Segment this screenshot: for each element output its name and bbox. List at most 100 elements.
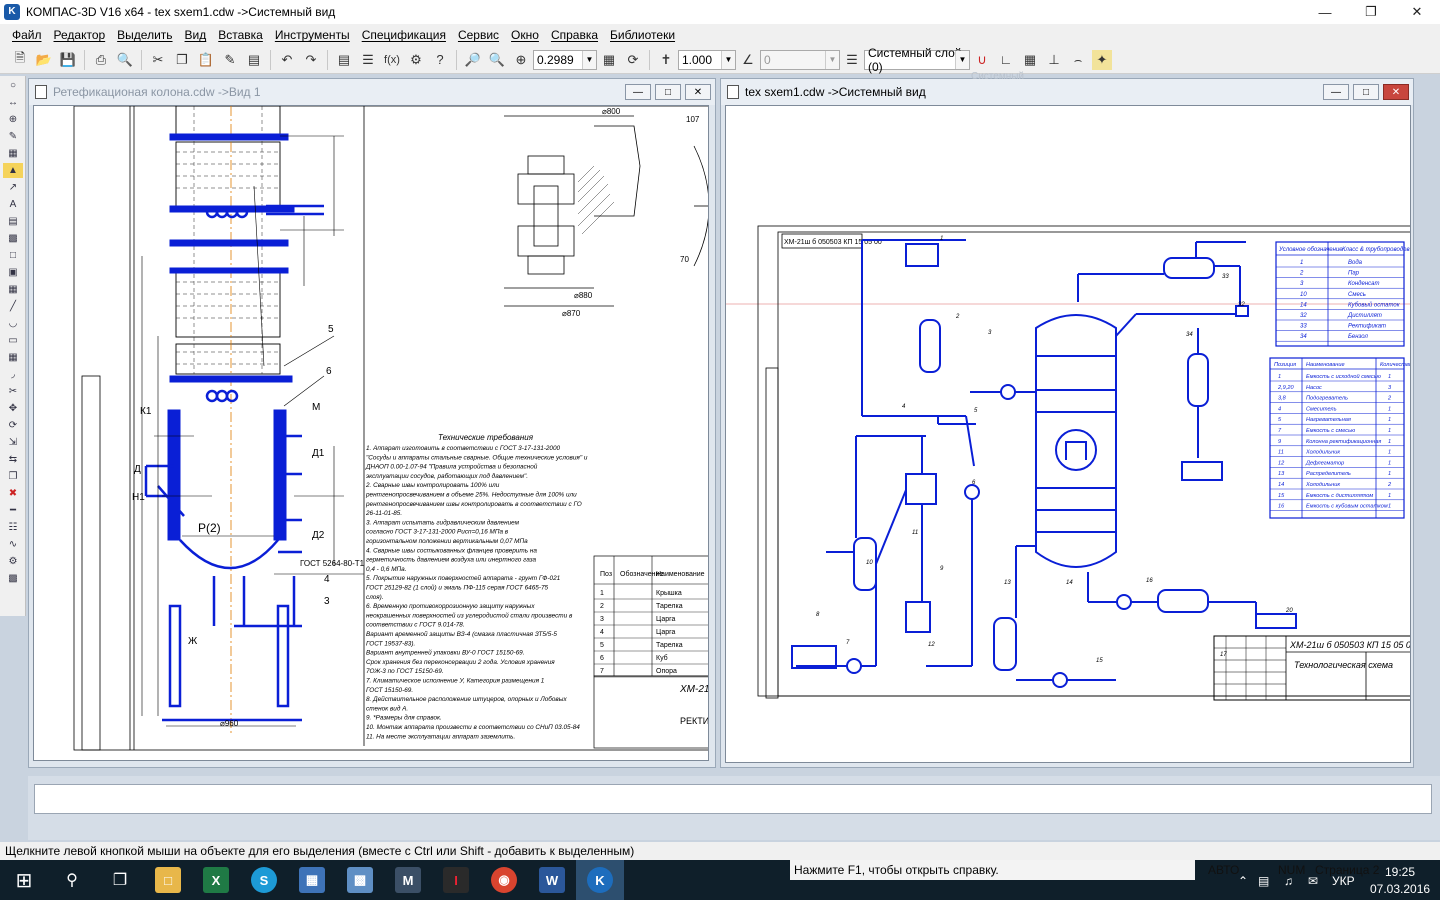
insert-icon[interactable]: □ [3,248,23,263]
refresh-icon[interactable]: ⟳ [623,50,643,70]
language-indicator[interactable]: УКР [1332,874,1355,888]
open-folder-icon[interactable]: 📂 [34,50,54,70]
spec-icon[interactable]: ▤ [3,214,23,229]
measure-icon[interactable]: ▲ [3,163,23,178]
format-brush-icon[interactable]: ✎ [220,50,240,70]
doc-right-close-button[interactable]: ✕ [1383,84,1409,100]
clock-date[interactable]: 07.03.2016 [1370,882,1430,896]
group-icon[interactable]: ▩ [3,571,23,586]
restore-button[interactable]: ❐ [1348,0,1394,24]
notifications-icon[interactable]: ✉ [1308,874,1318,888]
doc-left-minimize-button[interactable]: — [625,84,651,100]
menu-view[interactable]: Вид [179,28,213,42]
fillet-icon[interactable]: ◞ [3,367,23,382]
chevron-down-icon[interactable]: ▼ [955,50,969,69]
round-icon[interactable]: ⌢ [1068,50,1088,70]
hatch-icon[interactable]: ▦ [3,350,23,365]
copy-icon[interactable]: ❐ [172,50,192,70]
zoom-dynamic-icon[interactable]: 🔍 [487,50,507,70]
text-editor-icon[interactable]: I [432,860,480,900]
break-icon[interactable]: ━ [3,503,23,518]
mirror-icon[interactable]: ⇆ [3,452,23,467]
local-cs-icon[interactable]: ⊥ [1044,50,1064,70]
start-windows-icon[interactable]: ⊞ [0,860,48,900]
tree-icon[interactable]: ☰ [358,50,378,70]
save-icon[interactable]: 💾 [58,50,78,70]
move-icon[interactable]: ✥ [3,401,23,416]
task-view-icon[interactable]: ❐ [96,860,144,900]
dimensions-icon[interactable]: ↔ [3,95,23,110]
zoom-window-icon[interactable]: 🔎 [463,50,483,70]
layer-tool-icon[interactable]: ▦ [3,282,23,297]
delete-icon[interactable]: ✖ [3,486,23,501]
menu-libraries[interactable]: Библиотеки [604,28,681,42]
menu-tools[interactable]: Инструменты [269,28,356,42]
new-file-icon[interactable]: 🗎 [10,50,30,70]
menu-service[interactable]: Сервис [452,28,505,42]
deform-icon[interactable]: ∿ [3,537,23,552]
chrome-icon[interactable]: ◉ [480,860,528,900]
edit-icon[interactable]: ✎ [3,129,23,144]
step-combo[interactable]: 1.000 ▼ [678,49,736,70]
doc-right-minimize-button[interactable]: — [1323,84,1349,100]
parametrization-icon[interactable]: ▦ [3,146,23,161]
tray-chevron-icon[interactable]: ⌃ [1238,874,1248,888]
arc-icon[interactable]: ◡ [3,316,23,331]
drawing-canvas-left[interactable]: 5 6 3 4 M Д1 Д2 К1 Д Н1 Ж Р(2) ГОСТ 5264… [33,105,709,761]
doc-left-close-button[interactable]: ✕ [685,84,711,100]
line-icon[interactable]: ╱ [3,299,23,314]
angle-combo[interactable]: 0 ▼ [760,49,840,70]
chevron-down-icon[interactable]: ▼ [721,50,735,69]
layers-icon[interactable]: ☰ [842,50,862,70]
menu-select[interactable]: Выделить [111,28,178,42]
chevron-down-icon[interactable]: ▼ [825,50,839,69]
excel-icon[interactable]: X [192,860,240,900]
paste-icon[interactable]: 📋 [196,50,216,70]
print-icon[interactable]: ⎙ [91,50,111,70]
doc-right-maximize-button[interactable]: □ [1353,84,1379,100]
drawing-canvas-right[interactable]: ХМ-21ш б 050503 КП 15 05 00 Условное обо… [725,105,1411,763]
skype-icon[interactable]: S [240,860,288,900]
layer-combo[interactable]: Системный слой (0) ▼ [864,46,970,74]
library-manager-icon[interactable]: ⚙ [406,50,426,70]
document-window-right[interactable]: tex sxem1.cdw ->Системный вид — □ ✕ Сист… [720,71,1414,768]
network-icon[interactable]: ▤ [1258,874,1269,888]
scale-icon[interactable]: ⇲ [3,435,23,450]
cut-icon[interactable]: ✂ [148,50,168,70]
show-all-icon[interactable]: ▦ [599,50,619,70]
variables-icon[interactable]: f(x) [382,50,402,70]
properties-icon[interactable]: ▤ [244,50,264,70]
report-icon[interactable]: ▩ [3,231,23,246]
menu-specification[interactable]: Спецификация [356,28,452,42]
word-icon[interactable]: W [528,860,576,900]
doc-left-maximize-button[interactable]: □ [655,84,681,100]
menu-window[interactable]: Окно [505,28,545,42]
menu-edit[interactable]: Редактор [48,28,112,42]
command-input[interactable] [34,784,1432,814]
rotate-icon[interactable]: ⟳ [3,418,23,433]
geometry-icon[interactable]: ○ [3,78,23,93]
document-window-left[interactable]: Ретефикационая колона.cdw ->Вид 1 — □ ✕ [28,78,716,768]
array-icon[interactable]: ☷ [3,520,23,535]
image-viewer-icon[interactable]: ▩ [336,860,384,900]
text-icon[interactable]: A [3,197,23,212]
calculator-icon[interactable]: ▦ [288,860,336,900]
menu-file[interactable]: Файл [6,28,48,42]
symbols-icon[interactable]: ⊕ [3,112,23,127]
rect-icon[interactable]: ▭ [3,333,23,348]
print-preview-icon[interactable]: 🔍 [115,50,135,70]
help-pointer-icon[interactable]: ? [430,50,450,70]
kompas-taskbar-icon[interactable]: K [576,860,624,900]
undo-icon[interactable]: ↶ [277,50,297,70]
volume-icon[interactable]: ♫ [1284,874,1293,888]
zoom-in-icon[interactable]: ⊕ [511,50,531,70]
grid-icon[interactable]: ▦ [1020,50,1040,70]
menu-insert[interactable]: Вставка [212,28,269,42]
ortho-mode-icon[interactable]: ∟ [996,50,1016,70]
minimize-button[interactable]: — [1302,0,1348,24]
magnet-snap-icon[interactable]: ∪ [972,50,992,70]
doc-right-titlebar[interactable]: tex sxem1.cdw ->Системный вид — □ ✕ [721,79,1413,105]
kompas-app-icon[interactable]: K [4,4,20,20]
clock-time[interactable]: 19:25 [1385,865,1415,879]
snap-point-icon[interactable]: ✝ [656,50,676,70]
